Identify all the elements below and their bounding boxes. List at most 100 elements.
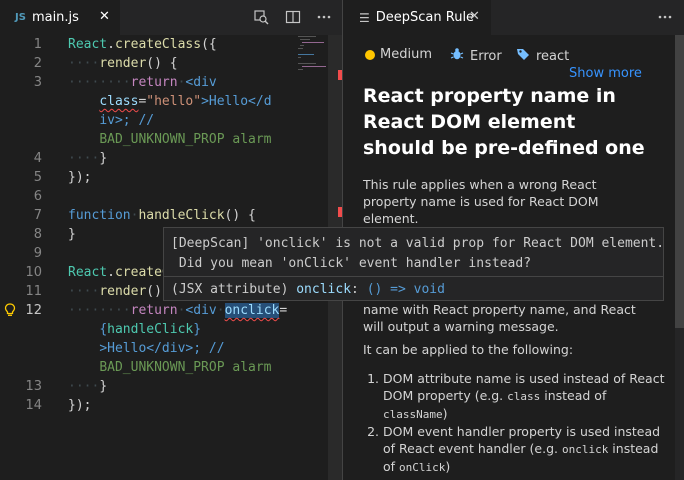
code-token: . [107, 265, 115, 280]
split-editor-icon[interactable] [284, 9, 302, 27]
code-line-5[interactable]: }); [68, 168, 91, 187]
code-token: } [193, 322, 202, 337]
code-line-11[interactable]: ····render() [68, 282, 162, 301]
line-number: 1 [33, 37, 42, 52]
code-line-3-wrap[interactable]: iv>; // [68, 111, 154, 130]
tab-main-js[interactable]: JS main.js ✕ [0, 0, 120, 35]
code-token: () { [146, 56, 178, 71]
rule-title: React property name in React DOM element… [363, 85, 645, 159]
line-number: 3 [33, 75, 42, 90]
code-comment: BAD_UNKNOWN_PROP alarm [99, 132, 272, 147]
line-number: 10 [25, 265, 42, 280]
line-number: 11 [25, 284, 42, 299]
code-token: = [279, 303, 288, 318]
show-more-link[interactable]: Show more [569, 66, 642, 81]
rule-description-continued: name with React property name, and React… [363, 302, 636, 334]
bug-icon [450, 47, 464, 65]
code-token: . [107, 37, 115, 52]
preview-icon: ☰ [359, 10, 370, 25]
severity-badge: Medium [365, 47, 432, 62]
close-icon[interactable]: ✕ [469, 9, 480, 24]
code-token: <div [185, 75, 217, 90]
code-line-3-wrap[interactable]: class="hello">Hello</d [68, 92, 272, 111]
line-number: 2 [33, 56, 42, 71]
code-token: } [99, 379, 108, 394]
open-changes-icon[interactable] [252, 9, 270, 27]
code-line-14[interactable]: }); [68, 396, 91, 415]
line-number: 14 [25, 398, 42, 413]
code-line-13[interactable]: ····} [68, 377, 107, 396]
preview-scrollbar[interactable] [675, 35, 684, 480]
code-line-3-wrap[interactable]: BAD_UNKNOWN_PROP alarm [68, 130, 272, 149]
line-number: 4 [33, 151, 42, 166]
code-token: React [68, 37, 108, 52]
kind-label: Error [470, 48, 502, 64]
line-number: 8 [33, 227, 42, 242]
code-line-12-wrap[interactable]: BAD_UNKNOWN_PROP alarm [68, 358, 271, 377]
code-token: >Hello</d [201, 94, 272, 109]
code-token: handleClick [138, 208, 225, 223]
code-token: }); [68, 398, 92, 413]
list-item: DOM event handler property is used inste… [383, 423, 673, 476]
kind-badge: Error [450, 47, 502, 65]
more-actions-icon[interactable] [656, 9, 674, 27]
diagnostic-message: [DeepScan] 'onclick' is not a valid prop… [171, 236, 665, 271]
code-line-8[interactable]: } [68, 225, 76, 244]
lightbulb-icon[interactable] [4, 303, 16, 320]
type-signature: (JSX attribute) onclick: () => void [171, 280, 445, 300]
editor-tab-bar: JS main.js ✕ [0, 0, 342, 35]
severity-dot-icon [365, 49, 375, 60]
scrollbar-thumb[interactable] [675, 35, 684, 328]
rule-applicability: It can be applied to the following: [363, 342, 574, 357]
hover-tooltip: [DeepScan] 'onclick' is not a valid prop… [163, 227, 664, 301]
code-line-10[interactable]: React.createC [68, 263, 170, 282]
javascript-file-icon: JS [15, 12, 26, 23]
preview-tab-bar: ☰ DeepScan Rule ✕ [343, 0, 684, 35]
line-number: 13 [25, 379, 42, 394]
signature-colon: : [351, 282, 359, 297]
line-number: 9 [33, 246, 42, 261]
code-line-12[interactable]: ········return·<div·onclick= [68, 301, 287, 320]
line-number: 7 [33, 208, 42, 223]
code-token: () { [224, 208, 256, 223]
code-token: React [68, 265, 108, 280]
code-line-12-wrap[interactable]: {handleClick} [68, 320, 201, 339]
code-token: () [146, 284, 162, 299]
code-token: createClass [114, 37, 202, 52]
code-token: <div [185, 303, 217, 318]
code-token: ({ [201, 37, 217, 52]
code-token: function [68, 208, 131, 223]
selected-token: onclick [224, 303, 280, 318]
code-token: render [99, 284, 147, 299]
code-token: iv>; // [99, 113, 155, 128]
code-line-7[interactable]: function·handleClick() { [68, 206, 256, 225]
code-token: return [130, 75, 178, 90]
more-actions-icon[interactable] [315, 9, 333, 27]
code-line-4[interactable]: ····} [68, 149, 107, 168]
list-item: DOM attribute name is used instead of Re… [383, 370, 673, 423]
code-line-12-wrap[interactable]: >Hello</div>; // [68, 339, 225, 358]
code-token: "hello" [146, 94, 202, 109]
minimap[interactable] [296, 35, 330, 75]
code-token: class [99, 94, 139, 109]
close-icon[interactable]: ✕ [99, 9, 110, 24]
code-line-2[interactable]: ····render() { [68, 54, 178, 73]
code-line-3[interactable]: ········return·<div [68, 73, 217, 92]
tab-deepscan-rule[interactable]: ☰ DeepScan Rule ✕ [343, 0, 491, 35]
code-token: return [130, 303, 178, 318]
code-token: } [99, 151, 108, 166]
rule-case-list: DOM attribute name is used instead of Re… [363, 370, 673, 476]
code-token: render [99, 56, 147, 71]
tag-badge: react [516, 47, 569, 65]
tag-icon [516, 47, 530, 65]
code-line-1[interactable]: React.createClass({ [68, 35, 217, 54]
signature-type: () => void [366, 282, 445, 297]
severity-label: Medium [380, 47, 432, 62]
line-number: 6 [33, 189, 42, 204]
line-number: 5 [33, 170, 42, 185]
code-token: } [68, 227, 76, 242]
signature-name: onclick [296, 282, 352, 297]
code-token: createC [114, 265, 170, 280]
tab-label: main.js [31, 10, 79, 25]
code-token: >Hello</div>; // [99, 341, 225, 356]
